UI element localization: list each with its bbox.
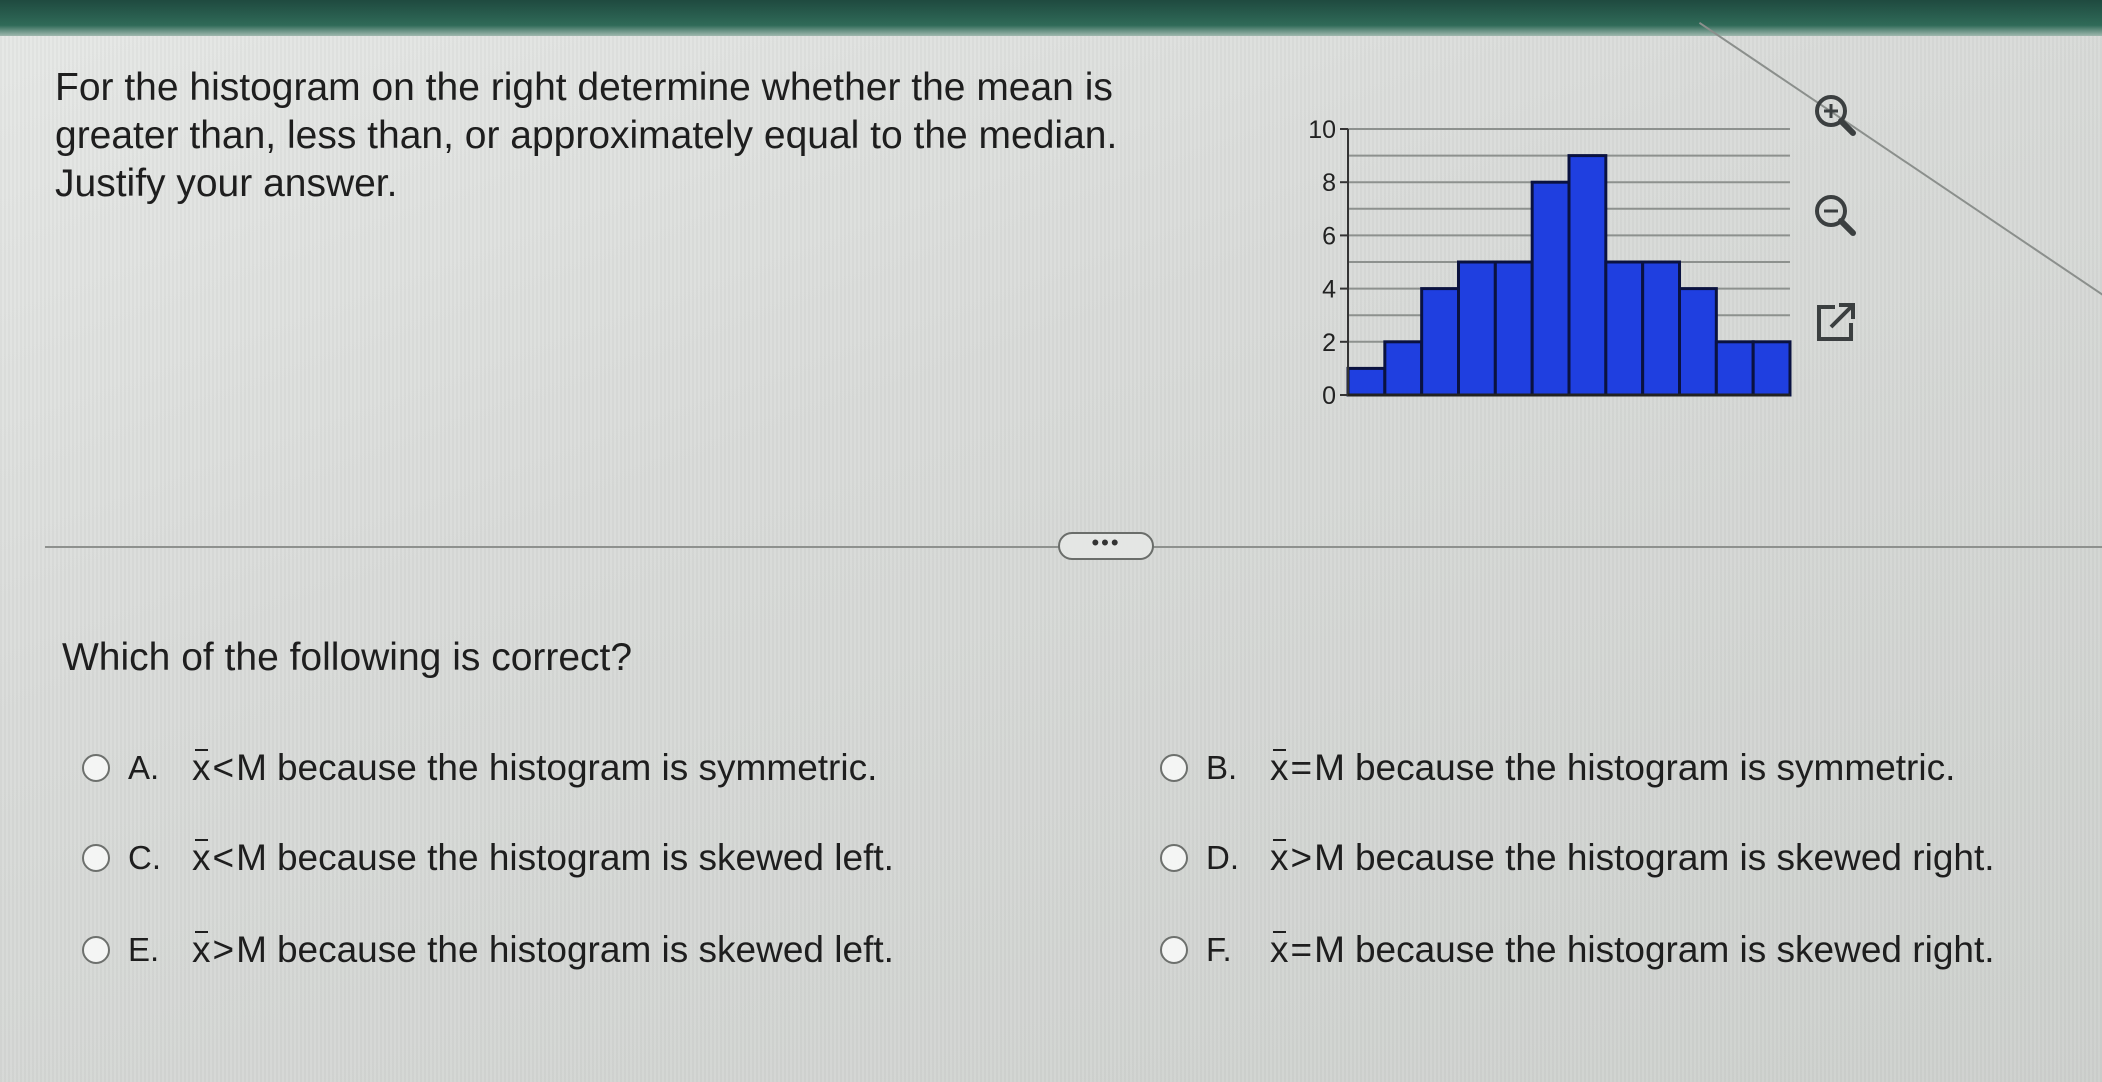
prompt-text: Which of the following is correct? <box>62 636 633 679</box>
histogram-bar <box>1714 340 1755 397</box>
y-tick-label: 10 <box>1308 116 1336 144</box>
figure-toolbar <box>1805 85 1875 365</box>
zoom-out-icon[interactable] <box>1805 185 1865 245</box>
histogram-svg: 0 2 4 6 8 10 <box>1308 116 1792 410</box>
histogram-bar <box>1751 340 1792 397</box>
radio-e[interactable] <box>82 936 110 964</box>
y-tick-label: 8 <box>1322 169 1336 197</box>
histogram-bar <box>1604 260 1645 397</box>
radio-a[interactable] <box>82 754 110 782</box>
histogram-bar <box>1493 260 1534 397</box>
question-line-3: Justify your answer. <box>55 162 398 205</box>
histogram-bar <box>1567 154 1608 397</box>
radio-b[interactable] <box>1160 754 1188 782</box>
option-text: because the histogram is skewed right. <box>1354 929 1995 970</box>
histogram-bar <box>1641 260 1681 397</box>
histogram: 0 2 4 6 8 10 <box>1270 105 1800 410</box>
option-f[interactable]: F. x = M because the histogram is skewed… <box>1160 922 1995 978</box>
more-options-button[interactable]: ••• <box>1058 532 1154 560</box>
option-letter: C. <box>128 839 161 876</box>
x-bar-symbol: x <box>1270 929 1289 970</box>
option-letter: D. <box>1206 839 1239 876</box>
question-line-1: For the histogram on the right determine… <box>55 66 1113 109</box>
y-tick-label: 6 <box>1322 222 1336 250</box>
median-symbol: M <box>1314 837 1345 878</box>
screen: For the histogram on the right determine… <box>0 0 2102 1082</box>
option-c[interactable]: C. x < M because the histogram is skewed… <box>82 830 894 886</box>
option-text: because the histogram is skewed left. <box>276 837 894 878</box>
histogram-bar <box>1530 180 1571 397</box>
question-text: For the histogram on the right determine… <box>55 64 1255 208</box>
option-a[interactable]: A. x < M because the histogram is symmet… <box>82 740 877 796</box>
y-tick-label: 4 <box>1322 276 1336 304</box>
x-bar-symbol: x <box>1270 837 1289 878</box>
x-bar-symbol: x <box>192 747 211 788</box>
median-symbol: M <box>1314 747 1345 788</box>
histogram-bar <box>1457 260 1497 397</box>
option-letter: E. <box>128 931 160 968</box>
option-text: because the histogram is skewed right. <box>1354 837 1995 878</box>
radio-d[interactable] <box>1160 844 1188 872</box>
option-text: because the histogram is skewed left. <box>276 929 894 970</box>
option-letter: A. <box>128 749 160 786</box>
relation-symbol: = <box>1290 747 1313 788</box>
relation-symbol: < <box>212 837 235 878</box>
relation-symbol: > <box>212 929 235 970</box>
relation-symbol: > <box>1290 837 1313 878</box>
median-symbol: M <box>236 747 267 788</box>
histogram-bar <box>1383 340 1424 397</box>
external-link-icon[interactable] <box>1805 293 1865 353</box>
y-tick-label: 2 <box>1322 329 1336 357</box>
relation-symbol: < <box>212 747 235 788</box>
option-d[interactable]: D. x > M because the histogram is skewed… <box>1160 830 1995 886</box>
y-tick-label: 0 <box>1322 382 1336 405</box>
histogram-bar <box>1420 287 1461 397</box>
window-top-bar <box>0 0 2102 36</box>
option-letter: F. <box>1206 931 1232 968</box>
option-b[interactable]: B. x = M because the histogram is symmet… <box>1160 740 1955 796</box>
median-symbol: M <box>1314 929 1345 970</box>
x-bar-symbol: x <box>192 837 211 878</box>
median-symbol: M <box>236 837 267 878</box>
x-bar-symbol: x <box>1270 747 1289 788</box>
radio-c[interactable] <box>82 844 110 872</box>
x-bar-symbol: x <box>192 929 211 970</box>
radio-f[interactable] <box>1160 936 1188 964</box>
option-text: because the histogram is symmetric. <box>1354 747 1956 788</box>
relation-symbol: = <box>1290 929 1313 970</box>
zoom-in-icon[interactable] <box>1805 85 1865 145</box>
histogram-bar <box>1346 366 1387 397</box>
histogram-bar <box>1678 287 1718 397</box>
option-e[interactable]: E. x > M because the histogram is skewed… <box>82 922 894 978</box>
option-letter: B. <box>1206 749 1238 786</box>
median-symbol: M <box>236 929 267 970</box>
question-line-2: greater than, less than, or approximatel… <box>55 114 1118 157</box>
option-text: because the histogram is symmetric. <box>276 747 878 788</box>
